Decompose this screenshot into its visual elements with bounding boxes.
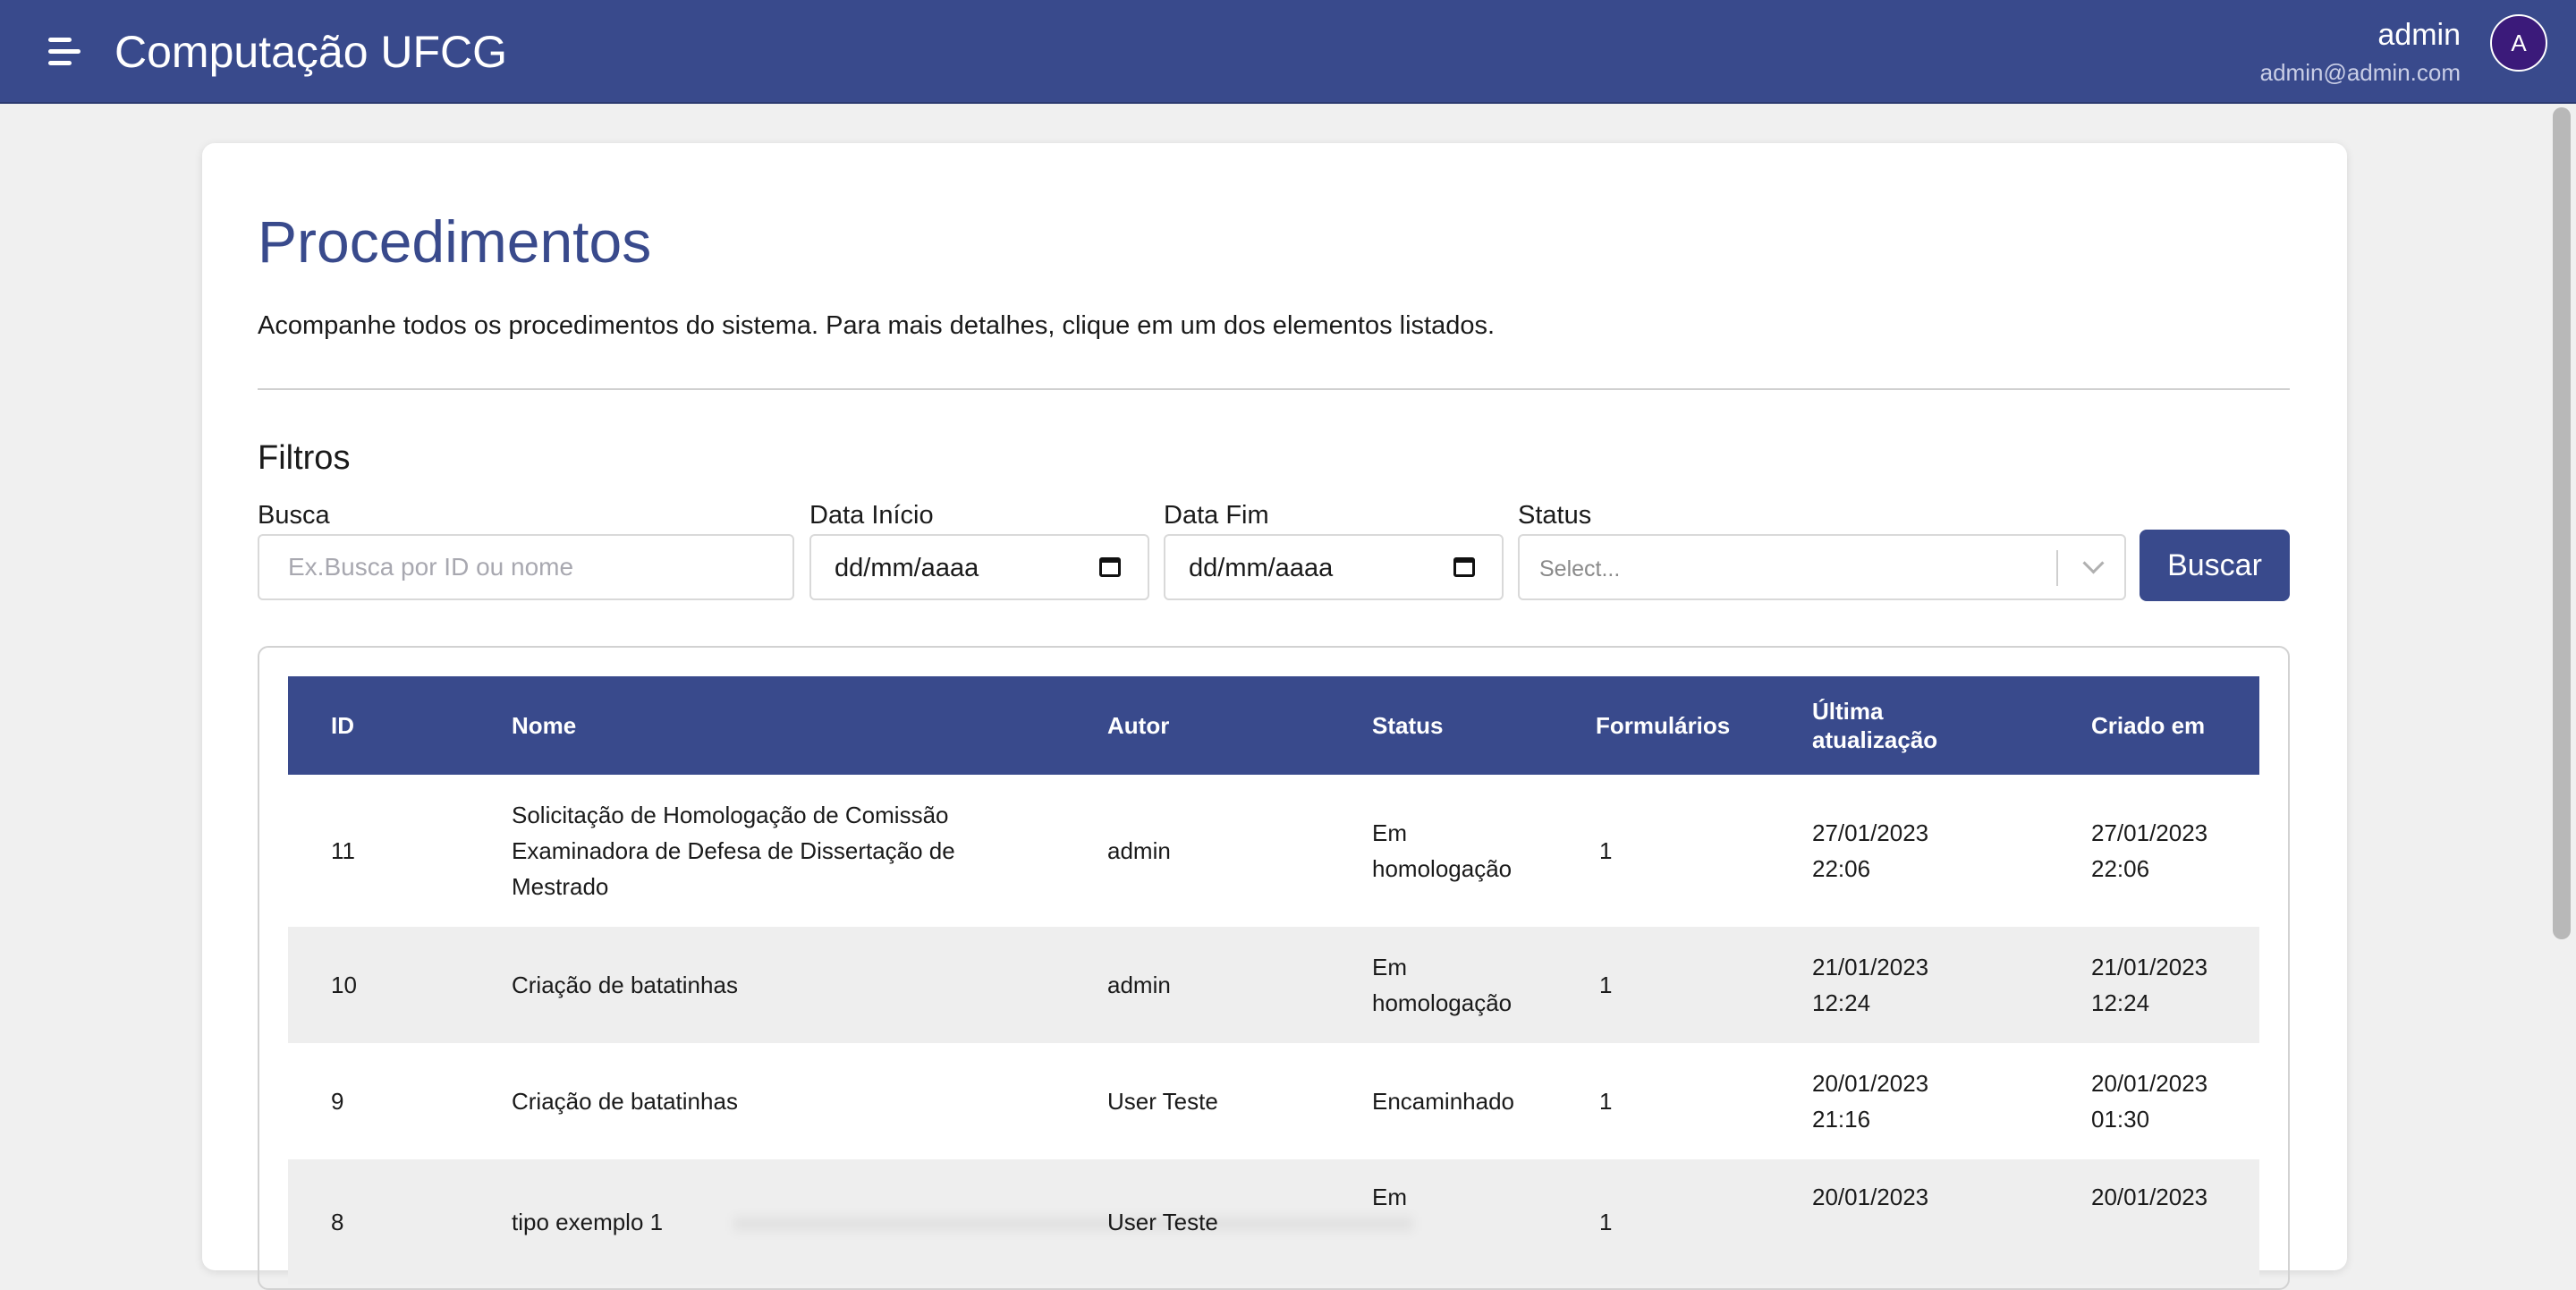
- user-info: admin admin@admin.com: [2260, 16, 2461, 88]
- column-header-ultima-atualizacao: Última atualização: [1812, 698, 1938, 753]
- top-app-bar: Computação UFCG admin admin@admin.com A: [0, 0, 2576, 104]
- procedures-table: ID Nome Autor Status Formulários Última …: [258, 646, 2290, 1290]
- cell-formularios: 1: [1599, 1088, 1613, 1115]
- column-header-nome: Nome: [512, 712, 577, 739]
- table-row[interactable]: 9 Criação de batatinhas User Teste Encam…: [288, 1043, 2259, 1159]
- table-header: ID Nome Autor Status Formulários Última …: [288, 676, 2259, 775]
- app-title: Computação UFCG: [114, 27, 508, 77]
- start-date-value: dd/mm/aaaa: [835, 554, 979, 582]
- search-input[interactable]: [259, 536, 792, 598]
- cell-criado-em: 27/01/2023 22:06: [2091, 819, 2208, 882]
- status-select[interactable]: Select...: [1518, 534, 2126, 600]
- bottom-shadow: [733, 1217, 1413, 1231]
- calendar-icon[interactable]: [1453, 557, 1475, 577]
- column-header-autor: Autor: [1107, 712, 1170, 739]
- select-separator: [2056, 550, 2058, 586]
- divider: [258, 388, 2290, 390]
- end-date-label: Data Fim: [1164, 501, 1269, 530]
- cell-formularios: 1: [1599, 837, 1613, 864]
- search-label: Busca: [258, 501, 330, 530]
- cell-criado-em: 20/01/2023: [2091, 1184, 2208, 1210]
- cell-autor: admin: [1107, 972, 1171, 998]
- start-date-input[interactable]: dd/mm/aaaa: [809, 534, 1149, 600]
- avatar[interactable]: A: [2490, 14, 2547, 72]
- column-header-formularios: Formulários: [1596, 712, 1731, 739]
- procedures-card: Procedimentos Acompanhe todos os procedi…: [202, 143, 2347, 1290]
- cell-status: Encaminhado: [1372, 1088, 1514, 1115]
- cell-ultima-atualizacao: 21/01/2023 12:24: [1812, 954, 1929, 1016]
- cell-id: 10: [331, 972, 357, 998]
- user-name: admin: [2377, 18, 2461, 52]
- end-date-value: dd/mm/aaaa: [1189, 554, 1334, 582]
- user-email: admin@admin.com: [2259, 59, 2461, 86]
- cell-nome: Criação de batatinhas: [512, 972, 738, 998]
- start-date-label: Data Início: [809, 501, 934, 530]
- cell-ultima-atualizacao: 27/01/2023 22:06: [1812, 819, 1929, 882]
- end-date-input[interactable]: dd/mm/aaaa: [1164, 534, 1504, 600]
- cell-criado-em: 21/01/2023 12:24: [2091, 954, 2208, 1016]
- cell-id: 11: [331, 837, 355, 864]
- page-description: Acompanhe todos os procedimentos do sist…: [258, 311, 1496, 340]
- table-row[interactable]: 10 Criação de batatinhas admin Em homolo…: [288, 927, 2259, 1043]
- cell-formularios: 1: [1599, 1209, 1613, 1235]
- column-header-criado-em: Criado em: [2091, 712, 2206, 739]
- cell-id: 9: [331, 1088, 344, 1115]
- filters-title: Filtros: [258, 439, 351, 477]
- chevron-down-icon[interactable]: [2082, 552, 2105, 574]
- menu-icon[interactable]: [48, 38, 80, 66]
- search-field: [258, 534, 794, 600]
- table-row[interactable]: 11 Solicitação de Homologação de Comissã…: [288, 775, 2259, 927]
- cell-ultima-atualizacao: 20/01/2023: [1812, 1184, 1929, 1210]
- page-title: Procedimentos: [258, 208, 652, 275]
- page-scrollbar[interactable]: [2553, 107, 2571, 939]
- status-label: Status: [1518, 501, 1592, 530]
- cell-nome: Criação de batatinhas: [512, 1088, 738, 1115]
- cell-autor: User Teste: [1107, 1088, 1218, 1115]
- cell-status: Em homologação: [1372, 954, 1513, 1016]
- search-button[interactable]: Buscar: [2140, 530, 2290, 601]
- cell-nome: Solicitação de Homologação de Comissão E…: [512, 802, 955, 900]
- calendar-icon[interactable]: [1099, 557, 1121, 577]
- cell-autor: admin: [1107, 837, 1171, 864]
- column-header-status: Status: [1372, 712, 1444, 739]
- cell-id: 8: [331, 1209, 344, 1235]
- cell-criado-em: 20/01/2023 01:30: [2091, 1070, 2208, 1133]
- cell-formularios: 1: [1599, 972, 1613, 998]
- status-placeholder: Select...: [1539, 556, 1621, 581]
- cell-status: Em homologação: [1372, 819, 1513, 882]
- cell-ultima-atualizacao: 20/01/2023 21:16: [1812, 1070, 1929, 1133]
- column-header-id: ID: [331, 712, 354, 739]
